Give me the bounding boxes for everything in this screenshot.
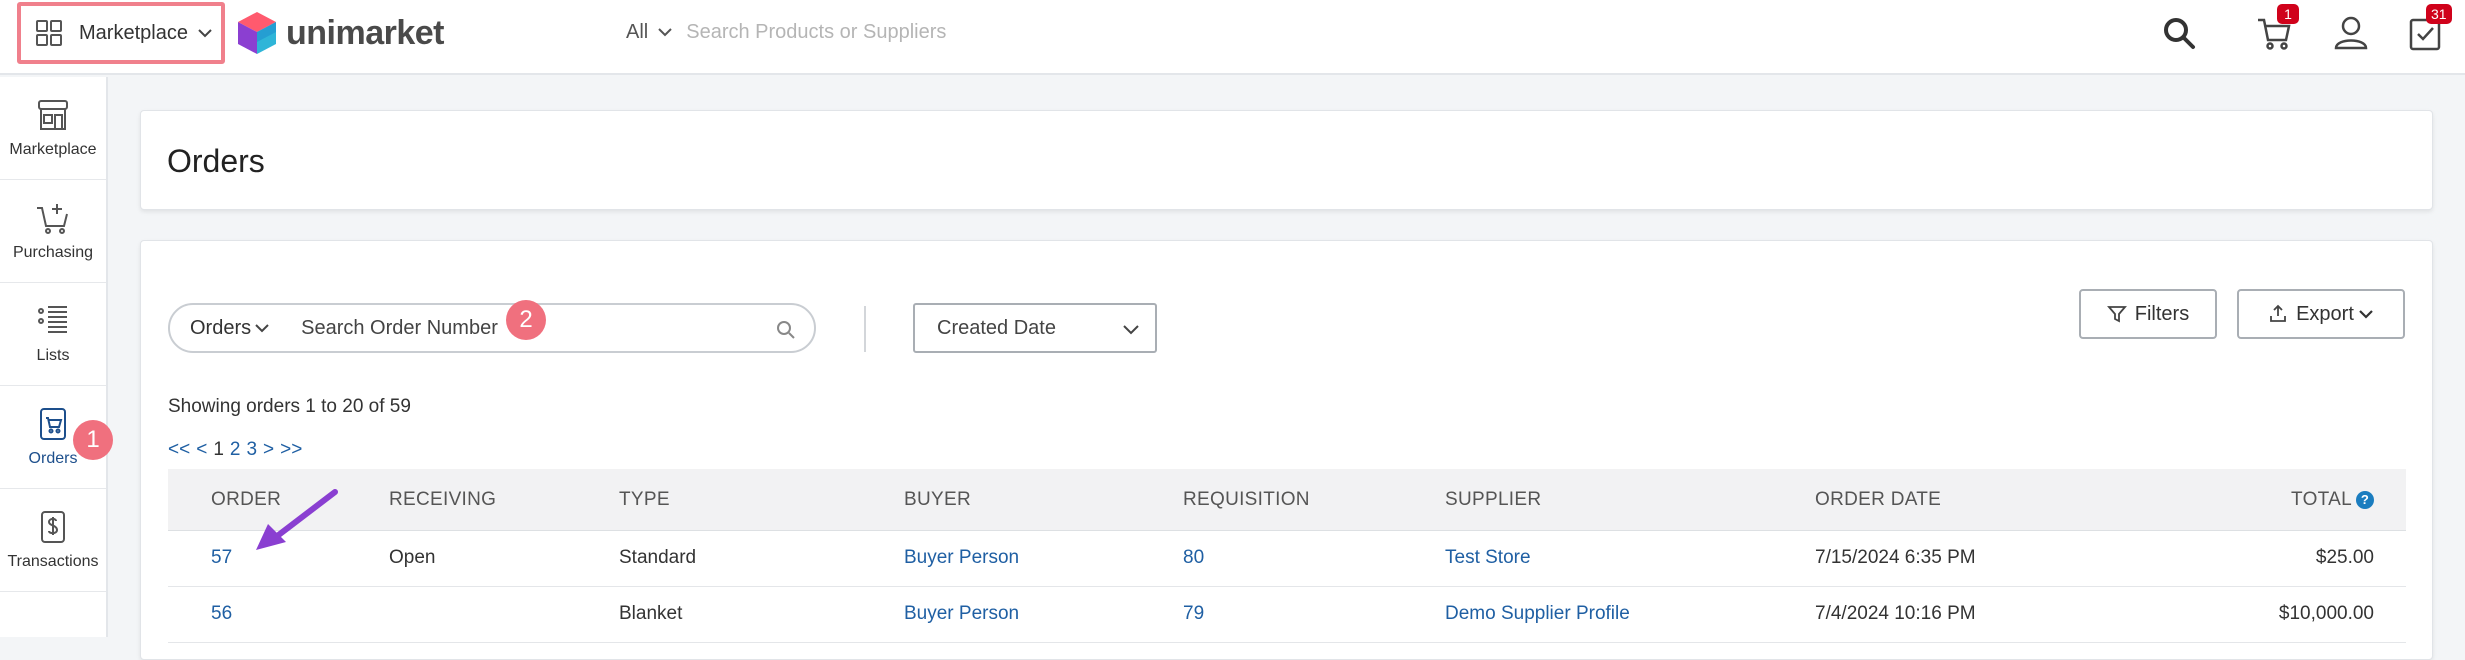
page-1-current: 1: [213, 439, 224, 460]
filters-button-label: Filters: [2134, 302, 2190, 325]
page-title: Orders: [167, 143, 265, 179]
brand-wordmark: unimarket: [286, 13, 445, 52]
export-tray-icon: [2270, 304, 2286, 322]
page-first-link[interactable]: <<: [168, 439, 190, 461]
order-total: $10,000.00: [2278, 603, 2374, 624]
unimarket-logo-icon: [238, 12, 276, 54]
buyer-link[interactable]: Buyer Person: [904, 547, 1019, 569]
order-type: Blanket: [619, 603, 683, 624]
table-row: 56 Blanket Buyer Person 79 Demo Supplier…: [168, 587, 2406, 643]
page-prev-link[interactable]: <: [196, 439, 207, 461]
table-header: ORDER RECEIVING TYPE BUYER REQUISITION S…: [168, 469, 2406, 531]
supplier-link[interactable]: Test Store: [1445, 547, 1531, 569]
transaction-doc-icon: [41, 511, 65, 543]
page-2-link[interactable]: 2: [230, 439, 241, 461]
requisition-link[interactable]: 80: [1183, 547, 1204, 569]
sidebar-item-lists[interactable]: Lists: [0, 283, 106, 386]
sidebar-item-label: Orders: [28, 450, 78, 467]
column-header-supplier[interactable]: SUPPLIER: [1445, 489, 1541, 511]
sidebar-item-transactions[interactable]: Transactions: [0, 489, 106, 592]
orders-table: ORDER RECEIVING TYPE BUYER REQUISITION S…: [168, 469, 2406, 643]
brand-logo[interactable]: unimarket: [236, 10, 445, 56]
list-icon: [38, 306, 67, 333]
tasks-count-badge: 31: [2426, 4, 2452, 24]
page-3-link[interactable]: 3: [246, 439, 257, 461]
filter-funnel-icon: [2106, 306, 2127, 323]
receiving-status: Open: [389, 547, 436, 568]
chevron-down-icon[interactable]: [656, 23, 674, 41]
order-doc-icon: [40, 408, 66, 440]
app-switcher[interactable]: Marketplace: [17, 2, 225, 64]
order-date: 7/4/2024 10:16 PM: [1815, 603, 1976, 624]
search-scope-select[interactable]: All: [626, 21, 648, 44]
date-filter-label: Created Date: [937, 316, 1056, 339]
date-filter-select[interactable]: Created Date: [913, 303, 1157, 353]
column-header-total-label: TOTAL: [2291, 489, 2352, 510]
order-search-scope-select[interactable]: Orders: [190, 317, 271, 340]
chevron-down-icon: [2359, 310, 2373, 319]
user-account-icon[interactable]: [2332, 14, 2370, 52]
sidebar-nav: Marketplace Purchasing Lists Orders 1 Tr…: [0, 77, 113, 637]
column-header-order-date[interactable]: ORDER DATE: [1815, 489, 1941, 511]
toolbar-divider: [864, 306, 866, 352]
page-header-card: Orders: [140, 110, 2433, 210]
supplier-link[interactable]: Demo Supplier Profile: [1445, 603, 1630, 625]
sidebar-item-orders[interactable]: Orders 1: [0, 386, 113, 489]
export-button[interactable]: Export: [2237, 289, 2405, 339]
tasks-button[interactable]: 31: [2408, 4, 2452, 54]
sidebar-item-marketplace[interactable]: Marketplace: [0, 77, 106, 180]
buyer-link[interactable]: Buyer Person: [904, 603, 1019, 625]
cart-button[interactable]: 1: [2255, 4, 2299, 54]
orders-card: Orders 2 Created Date Filters Export Sho…: [140, 240, 2433, 660]
column-header-type[interactable]: TYPE: [619, 489, 670, 511]
chevron-down-icon: [198, 29, 212, 38]
chevron-down-icon: [255, 324, 269, 333]
column-header-receiving[interactable]: RECEIVING: [389, 489, 496, 511]
chevron-down-icon: [1123, 325, 1139, 335]
annotation-arrow-icon: [256, 489, 338, 550]
order-search-scope-label: Orders: [190, 316, 252, 339]
page-last-link[interactable]: >>: [280, 439, 302, 461]
app-grid-icon: [36, 20, 62, 46]
sidebar-item-label: Marketplace: [9, 141, 97, 158]
sidebar-item-label: Transactions: [7, 553, 99, 570]
step-marker-2: 2: [506, 300, 546, 340]
pagination: << < 1 2 3 > >>: [168, 439, 302, 461]
help-icon[interactable]: ?: [2356, 491, 2374, 509]
cart-count-badge: 1: [2277, 4, 2299, 24]
page-next-link[interactable]: >: [263, 439, 274, 461]
order-type: Standard: [619, 547, 697, 568]
table-row: 57 Open Standard Buyer Person 80 Test St…: [168, 531, 2406, 587]
column-header-requisition[interactable]: REQUISITION: [1183, 489, 1310, 511]
top-bar: Marketplace unimarket All 1 31: [0, 0, 2465, 75]
cart-plus-icon: [37, 204, 68, 234]
order-number-link[interactable]: 57: [211, 547, 232, 569]
results-summary: Showing orders 1 to 20 of 59: [168, 396, 411, 417]
global-search-input[interactable]: [686, 20, 1187, 44]
order-total: $25.00: [2315, 547, 2374, 568]
export-button-label: Export: [2296, 302, 2354, 325]
column-header-total[interactable]: TOTAL?: [2291, 489, 2374, 511]
order-search-bar: Orders 2: [168, 300, 816, 353]
column-header-buyer[interactable]: BUYER: [904, 489, 971, 511]
sidebar-item-purchasing[interactable]: Purchasing: [0, 180, 106, 283]
search-icon[interactable]: [776, 320, 796, 340]
order-number-link[interactable]: 56: [211, 603, 232, 625]
requisition-link[interactable]: 79: [1183, 603, 1204, 625]
global-search: All: [626, 17, 1187, 47]
store-icon: [38, 100, 68, 130]
filters-button[interactable]: Filters: [2079, 289, 2217, 339]
sidebar-item-label: Purchasing: [12, 244, 94, 261]
order-date: 7/15/2024 6:35 PM: [1815, 547, 1976, 568]
step-marker-1: 1: [73, 420, 113, 460]
search-icon[interactable]: [2160, 14, 2198, 52]
app-switcher-label: Marketplace: [79, 21, 188, 44]
sidebar-item-label: Lists: [36, 347, 70, 364]
